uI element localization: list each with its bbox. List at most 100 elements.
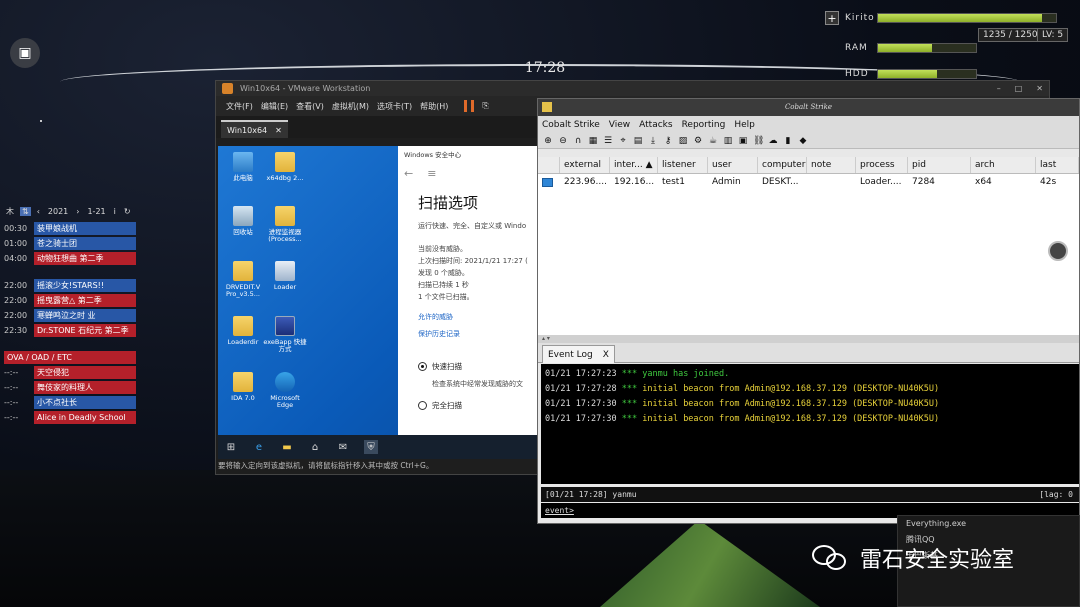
event-message: initial beacon from Admin@192.168.37.129… <box>642 399 940 409</box>
schedule-item[interactable]: --:-- 天空侵犯 <box>4 366 136 379</box>
col-user[interactable]: user <box>708 157 758 173</box>
tab-close-icon[interactable]: X <box>603 350 609 360</box>
col-listener[interactable]: listener <box>658 157 708 173</box>
download-icon[interactable]: ⤓ <box>648 136 658 146</box>
schedule-item[interactable]: 22:30 Dr.STONE 石纪元 第二季 <box>4 324 136 337</box>
desktop-icon-loaderdir[interactable]: Loaderdir <box>220 316 266 346</box>
explorer-icon[interactable]: ▬ <box>280 440 294 454</box>
schedule-item[interactable]: --:-- 小不点社长 <box>4 396 136 409</box>
allowed-threats-link[interactable]: 允许的威胁 <box>398 309 540 326</box>
cs-menu-reporting[interactable]: Reporting <box>682 120 726 130</box>
menu-view[interactable]: 查看(V) <box>296 101 324 112</box>
tab-win10x64[interactable]: Win10x64 ✕ <box>221 120 288 138</box>
link-icon[interactable]: ⛓ <box>753 136 764 146</box>
screenshot-icon[interactable]: ▨ <box>678 136 688 146</box>
col-note[interactable]: note <box>807 157 856 173</box>
desktop-icon-drvedit[interactable]: DRVEDIT.V Pro_v3.5... <box>220 261 266 298</box>
coffee-icon[interactable]: ☕ <box>708 136 718 146</box>
col-process[interactable]: process <box>856 157 908 173</box>
chat-icon[interactable]: ▣ <box>10 38 40 68</box>
security-shield-icon[interactable]: ⛨ <box>364 440 378 454</box>
schedule-time: --:-- <box>4 383 19 392</box>
schedule-item[interactable]: 00:30 装甲娘战机 <box>4 222 136 235</box>
schedule-item[interactable]: --:-- Alice in Deadly School <box>4 411 136 424</box>
desktop-icon-procmon[interactable]: 进程监视器 (Process... <box>262 206 308 243</box>
book-icon[interactable]: ▮ <box>783 136 793 146</box>
tray-item-everything[interactable]: Everything.exe <box>898 516 1079 532</box>
weekday-icon[interactable]: 木 <box>4 206 16 217</box>
full-scan-radio[interactable]: 完全扫描 <box>398 400 540 411</box>
schedule-item[interactable]: OVA / OAD / ETC <box>4 351 136 364</box>
toggle-icon[interactable]: ⇅ <box>20 207 31 216</box>
maximize-icon[interactable]: □ <box>1015 81 1023 96</box>
table-row[interactable]: 223.96.... 192.16... test1 Admin DESKT..… <box>538 174 1079 190</box>
close-icon[interactable]: ✕ <box>1036 81 1043 96</box>
col-computer[interactable]: computer <box>758 157 807 173</box>
menu-file[interactable]: 文件(F) <box>226 101 253 112</box>
snapshot-icon[interactable]: ⎘ <box>482 101 488 111</box>
schedule-item[interactable]: 01:00 苍之骑士团 <box>4 237 136 250</box>
menu-tabs[interactable]: 选项卡(T) <box>377 101 412 112</box>
col-internal[interactable]: inter... ▲ <box>610 157 658 173</box>
cloud-icon[interactable]: ☁ <box>768 136 778 146</box>
edge-taskbar-icon[interactable]: e <box>252 440 266 454</box>
col-last[interactable]: last <box>1036 157 1079 173</box>
plus-icon[interactable]: + <box>825 11 839 25</box>
desktop-icon-ida[interactable]: IDA 7.0 <box>220 372 266 402</box>
col-arch[interactable]: arch <box>971 157 1036 173</box>
info-icon[interactable]: i <box>112 207 118 216</box>
desktop-icon-x64dbg[interactable]: x64dbg 2... <box>262 152 308 182</box>
cs-menu-view[interactable]: View <box>609 120 630 130</box>
desktop-icon-edge[interactable]: Microsoft Edge <box>262 372 308 409</box>
exe-icon <box>275 316 295 336</box>
headphones-icon[interactable]: ∩ <box>573 136 583 146</box>
schedule-item[interactable]: 22:00 摇滚少女!STARS!! <box>4 279 136 292</box>
windows-start-icon[interactable]: ⊞ <box>224 440 238 454</box>
back-icon[interactable]: ← <box>404 167 413 180</box>
guest-desktop[interactable]: 此电脑 x64dbg 2... 回收站 进程监视器 (Process... DR… <box>218 146 540 459</box>
image-icon[interactable]: ▤ <box>633 136 643 146</box>
cell-last: 42s <box>1040 177 1057 187</box>
schedule-item[interactable]: 04:00 动物狂想曲 第二季 <box>4 252 136 265</box>
connect-icon[interactable]: ⊕ <box>543 136 553 146</box>
graph-icon[interactable]: ▦ <box>588 136 598 146</box>
schedule-item[interactable]: --:-- 舞伎家的料理人 <box>4 381 136 394</box>
disconnect-icon[interactable]: ⊖ <box>558 136 568 146</box>
cs-menu-help[interactable]: Help <box>734 120 755 130</box>
col-external[interactable]: external <box>560 157 610 173</box>
prev-icon[interactable]: ‹ <box>35 207 42 216</box>
status-left: [01/21 17:28] yanmu <box>545 490 637 499</box>
schedule-item[interactable]: 22:00 寒蝉鸣泣之时 业 <box>4 309 136 322</box>
desktop-icon-recycle-bin[interactable]: 回收站 <box>220 206 266 236</box>
script-icon[interactable]: ▥ <box>723 136 733 146</box>
desktop-icon-exe-shortcut[interactable]: exeBapp 快捷方式 <box>262 316 308 353</box>
next-icon[interactable]: › <box>74 207 81 216</box>
menu-edit[interactable]: 编辑(E) <box>261 101 288 112</box>
pause-icon[interactable] <box>464 100 475 112</box>
key-icon[interactable]: ⚷ <box>663 136 673 146</box>
menu-vm[interactable]: 虚拟机(M) <box>332 101 369 112</box>
schedule-item[interactable]: 22:00 摇曳露营△ 第二季 <box>4 294 136 307</box>
cs-menu-cobalt[interactable]: Cobalt Strike <box>542 120 600 130</box>
gear-icon[interactable]: ⚙ <box>693 136 703 146</box>
minimize-icon[interactable]: – <box>997 81 1001 96</box>
cs-menu-attacks[interactable]: Attacks <box>639 120 672 130</box>
tab-event-log[interactable]: Event Log X <box>542 345 615 363</box>
protection-history-link[interactable]: 保护历史记录 <box>398 326 540 343</box>
terminal-icon[interactable]: ▣ <box>738 136 748 146</box>
target-icon[interactable]: ⌖ <box>618 136 628 146</box>
hamburger-icon[interactable]: ≡ <box>427 167 436 180</box>
cube-icon[interactable]: ◆ <box>798 136 808 146</box>
menu-help[interactable]: 帮助(H) <box>420 101 448 112</box>
store-icon[interactable]: ⌂ <box>308 440 322 454</box>
list-icon[interactable]: ☰ <box>603 136 613 146</box>
refresh-icon[interactable]: ↻ <box>122 207 133 216</box>
tab-close-icon[interactable]: ✕ <box>275 126 282 135</box>
mail-icon[interactable]: ✉ <box>336 440 350 454</box>
desktop-icon-loader[interactable]: Loader <box>262 261 308 291</box>
col-pid[interactable]: pid <box>908 157 971 173</box>
quick-scan-radio[interactable]: 快速扫描 <box>398 361 540 372</box>
recycle-bin-icon <box>233 206 253 226</box>
pane-splitter[interactable]: ▴ ▾ <box>538 335 1079 343</box>
desktop-icon-this-pc[interactable]: 此电脑 <box>220 152 266 182</box>
